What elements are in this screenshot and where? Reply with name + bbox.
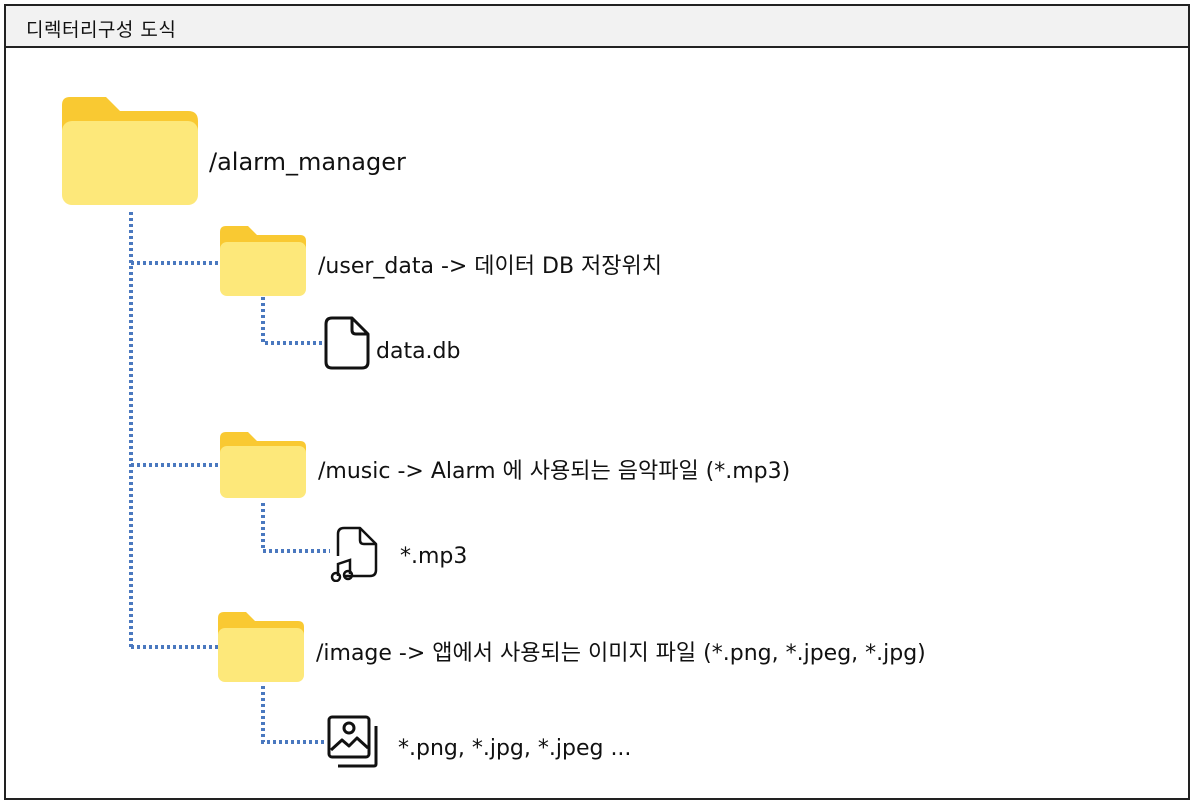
image-folder-label[interactable]: /image -> 앱에서 사용되는 이미지 파일 (*.png, *.jpeg…	[316, 640, 926, 668]
connector-images	[261, 686, 324, 744]
connector-mp3	[261, 503, 330, 553]
connector-data-db	[261, 297, 322, 345]
image-gallery-icon[interactable]	[326, 714, 382, 770]
folder-icon[interactable]	[218, 612, 304, 682]
user-data-folder-label[interactable]: /user_data -> 데이터 DB 저장위치	[318, 253, 662, 281]
data-db-label[interactable]: data.db	[376, 338, 460, 366]
image-files-label[interactable]: *.png, *.jpg, *.jpeg ...	[398, 735, 631, 763]
file-icon[interactable]	[324, 316, 370, 370]
folder-icon[interactable]	[220, 226, 306, 296]
folder-icon[interactable]	[220, 432, 306, 498]
root-folder-label[interactable]: /alarm_manager	[209, 148, 406, 176]
music-file-icon[interactable]	[330, 526, 380, 582]
folder-icon[interactable]	[62, 97, 198, 205]
mp3-file-label[interactable]: *.mp3	[400, 543, 467, 571]
music-folder-label[interactable]: /music -> Alarm 에 사용되는 음악파일 (*.mp3)	[318, 458, 790, 486]
